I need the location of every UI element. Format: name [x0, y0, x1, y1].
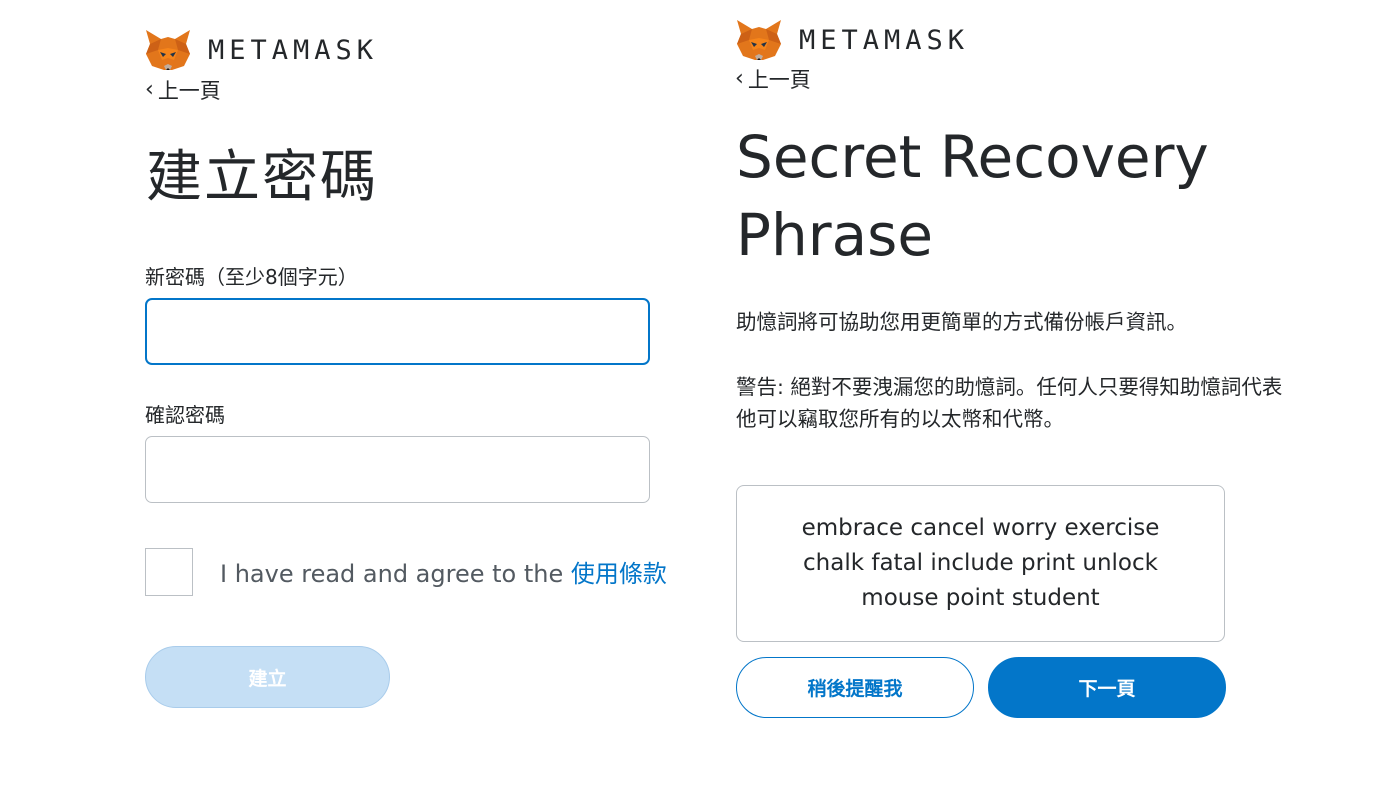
back-link-label: 上一頁 — [747, 68, 811, 92]
secret-phrase-box[interactable]: embrace cancel worry exercise chalk fata… — [736, 485, 1225, 642]
secret-phrase-panel: METAMASK ‹ 上一頁 Secret Recovery Phrase 助憶… — [700, 0, 1400, 786]
confirm-password-input[interactable] — [145, 436, 650, 503]
terms-agreement-text: I have read and agree to the 使用條款 — [220, 554, 667, 589]
phrase-warning: 警告: 絕對不要洩漏您的助憶詞。任何人只要得知助憶詞代表他可以竊取您所有的以太幣… — [736, 375, 1283, 431]
new-password-label: 新密碼（至少8個字元） — [145, 265, 358, 289]
back-link[interactable]: ‹ 上一頁 — [735, 64, 811, 94]
secret-phrase-text: embrace cancel worry exercise chalk fata… — [801, 515, 1160, 611]
chevron-left-icon: ‹ — [145, 77, 154, 102]
terms-of-use-link[interactable]: 使用條款 — [571, 560, 667, 588]
page-title: Secret Recovery Phrase — [736, 123, 1209, 269]
metamask-logo: METAMASK — [735, 18, 969, 62]
confirm-password-label: 確認密碼 — [145, 403, 225, 427]
metamask-wordmark: METAMASK — [208, 34, 379, 66]
back-link[interactable]: ‹ 上一頁 — [145, 75, 221, 105]
back-link-label: 上一頁 — [157, 79, 221, 103]
chevron-left-icon: ‹ — [735, 66, 744, 91]
phrase-description: 助憶詞將可協助您用更簡單的方式備份帳戶資訊。 — [736, 310, 1187, 334]
new-password-input[interactable] — [145, 298, 650, 365]
page-title: 建立密碼 — [146, 145, 378, 210]
create-password-panel: METAMASK ‹ 上一頁 建立密碼 新密碼（至少8個字元） 確認密碼 I h… — [0, 0, 700, 786]
terms-checkbox[interactable] — [145, 548, 193, 596]
metamask-wordmark: METAMASK — [799, 24, 970, 56]
next-button[interactable]: 下一頁 — [988, 657, 1226, 718]
metamask-fox-icon — [737, 20, 781, 60]
create-button[interactable]: 建立 — [145, 646, 390, 708]
terms-agreement-label: I have read and agree to the — [220, 560, 571, 588]
metamask-logo: METAMASK — [144, 28, 378, 72]
remind-later-button[interactable]: 稍後提醒我 — [736, 657, 974, 718]
metamask-fox-icon — [146, 30, 190, 70]
